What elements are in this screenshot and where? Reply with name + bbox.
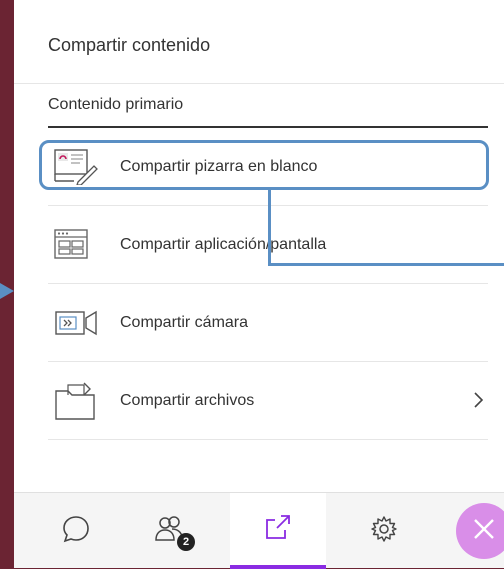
chevron-right-icon[interactable] — [468, 388, 488, 412]
tab-settings[interactable] — [336, 493, 432, 569]
folder-icon — [54, 381, 102, 421]
tab-participants[interactable]: 2 — [122, 493, 218, 569]
whiteboard-icon — [54, 147, 102, 187]
share-whiteboard-item[interactable]: Compartir pizarra en blanco — [48, 128, 488, 206]
share-application-label: Compartir aplicación/pantalla — [120, 235, 327, 253]
close-icon — [471, 516, 497, 547]
annotation-arrow — [0, 283, 14, 299]
camera-icon — [54, 303, 102, 343]
share-camera-label: Compartir cámara — [120, 313, 249, 331]
close-button[interactable] — [456, 503, 504, 559]
share-whiteboard-label: Compartir pizarra en blanco — [120, 157, 318, 175]
section-title: Contenido primario — [48, 96, 488, 128]
share-application-item[interactable]: Compartir aplicación/pantalla — [48, 206, 488, 284]
share-content-panel: Compartir contenido Contenido primario C… — [14, 0, 504, 569]
share-camera-item[interactable]: Compartir cámara — [48, 284, 488, 362]
tab-share-content[interactable] — [230, 493, 326, 569]
tab-chat[interactable] — [28, 493, 124, 569]
application-window-icon — [54, 225, 102, 265]
tab-close[interactable] — [454, 493, 504, 569]
chat-icon — [61, 514, 91, 549]
gear-icon — [369, 514, 399, 549]
share-files-label: Compartir archivos — [120, 391, 255, 409]
bottom-toolbar: 2 — [14, 492, 504, 569]
panel-title: Compartir contenido — [48, 35, 211, 55]
participants-count-badge: 2 — [177, 533, 195, 551]
share-files-item[interactable]: Compartir archivos — [48, 362, 488, 440]
panel-header: Compartir contenido — [14, 0, 504, 84]
share-content-icon — [263, 512, 293, 547]
